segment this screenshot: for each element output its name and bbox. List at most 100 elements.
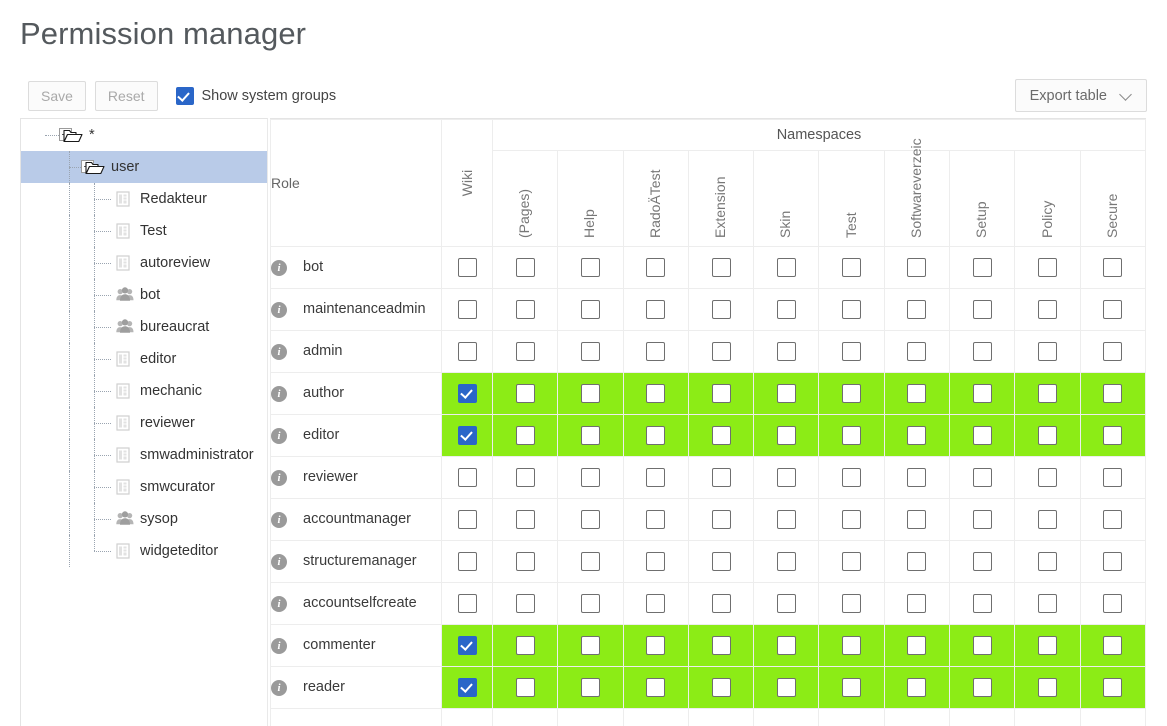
show-system-groups-toggle[interactable]: Show system groups — [176, 87, 337, 105]
namespace-permission-checkbox[interactable] — [516, 300, 535, 319]
namespace-permission-checkbox[interactable] — [907, 678, 926, 697]
namespace-permission-checkbox[interactable] — [973, 468, 992, 487]
namespace-permission-checkbox[interactable] — [516, 636, 535, 655]
namespace-permission-checkbox[interactable] — [712, 426, 731, 445]
namespace-permission-checkbox[interactable] — [712, 678, 731, 697]
namespace-permission-checkbox[interactable] — [777, 258, 796, 277]
namespace-permission-checkbox[interactable] — [842, 594, 861, 613]
info-icon[interactable]: i — [271, 428, 287, 444]
tree-item-smwadministrator[interactable]: smwadministrator — [21, 439, 267, 471]
namespace-permission-checkbox[interactable] — [516, 678, 535, 697]
info-icon[interactable]: i — [271, 386, 287, 402]
namespace-permission-checkbox[interactable] — [712, 594, 731, 613]
namespace-permission-checkbox[interactable] — [516, 384, 535, 403]
namespace-permission-checkbox[interactable] — [842, 384, 861, 403]
namespace-permission-checkbox[interactable] — [1103, 426, 1122, 445]
tree-item-autoreview[interactable]: autoreview — [21, 247, 267, 279]
namespace-permission-checkbox[interactable] — [777, 342, 796, 361]
namespace-permission-checkbox[interactable] — [646, 678, 665, 697]
namespace-permission-checkbox[interactable] — [973, 342, 992, 361]
namespace-permission-checkbox[interactable] — [1103, 384, 1122, 403]
namespace-permission-checkbox[interactable] — [712, 468, 731, 487]
namespace-permission-checkbox[interactable] — [973, 552, 992, 571]
namespace-permission-checkbox[interactable] — [1038, 552, 1057, 571]
namespace-permission-checkbox[interactable] — [1038, 594, 1057, 613]
namespace-permission-checkbox[interactable] — [973, 510, 992, 529]
namespace-permission-checkbox[interactable] — [777, 426, 796, 445]
tree-item-smwcurator[interactable]: smwcurator — [21, 471, 267, 503]
namespace-permission-checkbox[interactable] — [1038, 258, 1057, 277]
info-icon[interactable]: i — [271, 596, 287, 612]
namespace-permission-checkbox[interactable] — [1038, 468, 1057, 487]
namespace-permission-checkbox[interactable] — [712, 636, 731, 655]
namespace-permission-checkbox[interactable] — [1103, 342, 1122, 361]
namespace-permission-checkbox[interactable] — [842, 426, 861, 445]
namespace-permission-checkbox[interactable] — [777, 552, 796, 571]
namespace-permission-checkbox[interactable] — [973, 300, 992, 319]
namespace-permission-checkbox[interactable] — [973, 426, 992, 445]
namespace-permission-checkbox[interactable] — [777, 300, 796, 319]
namespace-permission-checkbox[interactable] — [581, 510, 600, 529]
namespace-permission-checkbox[interactable] — [1038, 342, 1057, 361]
namespace-permission-checkbox[interactable] — [581, 258, 600, 277]
namespace-permission-checkbox[interactable] — [646, 384, 665, 403]
show-system-groups-checkbox[interactable] — [176, 87, 194, 105]
namespace-permission-checkbox[interactable] — [581, 468, 600, 487]
tree-item-widgeteditor[interactable]: widgeteditor — [21, 535, 267, 567]
tree-item-test[interactable]: Test — [21, 215, 267, 247]
namespace-permission-checkbox[interactable] — [842, 342, 861, 361]
namespace-permission-checkbox[interactable] — [516, 342, 535, 361]
namespace-permission-checkbox[interactable] — [777, 384, 796, 403]
namespace-permission-checkbox[interactable] — [712, 384, 731, 403]
namespace-permission-checkbox[interactable] — [842, 552, 861, 571]
export-table-button[interactable]: Export table — [1015, 79, 1147, 112]
wiki-permission-checkbox[interactable] — [458, 594, 477, 613]
namespace-permission-checkbox[interactable] — [777, 510, 796, 529]
namespace-permission-checkbox[interactable] — [1038, 678, 1057, 697]
tree-item-reviewer[interactable]: reviewer — [21, 407, 267, 439]
namespace-permission-checkbox[interactable] — [646, 552, 665, 571]
namespace-permission-checkbox[interactable] — [581, 300, 600, 319]
namespace-permission-checkbox[interactable] — [907, 510, 926, 529]
wiki-permission-checkbox[interactable] — [458, 552, 477, 571]
namespace-permission-checkbox[interactable] — [907, 636, 926, 655]
namespace-permission-checkbox[interactable] — [516, 468, 535, 487]
tree-item-bot[interactable]: bot — [21, 279, 267, 311]
namespace-permission-checkbox[interactable] — [516, 594, 535, 613]
wiki-permission-checkbox[interactable] — [458, 342, 477, 361]
namespace-permission-checkbox[interactable] — [646, 510, 665, 529]
namespace-permission-checkbox[interactable] — [646, 426, 665, 445]
namespace-permission-checkbox[interactable] — [1103, 552, 1122, 571]
namespace-permission-checkbox[interactable] — [973, 594, 992, 613]
tree-item-bureaucrat[interactable]: bureaucrat — [21, 311, 267, 343]
namespace-permission-checkbox[interactable] — [1103, 594, 1122, 613]
namespace-permission-checkbox[interactable] — [907, 342, 926, 361]
namespace-permission-checkbox[interactable] — [842, 258, 861, 277]
wiki-permission-checkbox[interactable] — [458, 636, 477, 655]
namespace-permission-checkbox[interactable] — [907, 594, 926, 613]
namespace-permission-checkbox[interactable] — [712, 552, 731, 571]
namespace-permission-checkbox[interactable] — [712, 300, 731, 319]
namespace-permission-checkbox[interactable] — [907, 384, 926, 403]
namespace-permission-checkbox[interactable] — [516, 426, 535, 445]
namespace-permission-checkbox[interactable] — [581, 342, 600, 361]
wiki-permission-checkbox[interactable] — [458, 426, 477, 445]
tree-item-mechanic[interactable]: mechanic — [21, 375, 267, 407]
namespace-permission-checkbox[interactable] — [1038, 426, 1057, 445]
namespace-permission-checkbox[interactable] — [842, 510, 861, 529]
namespace-permission-checkbox[interactable] — [907, 258, 926, 277]
wiki-permission-checkbox[interactable] — [458, 468, 477, 487]
namespace-permission-checkbox[interactable] — [842, 300, 861, 319]
namespace-permission-checkbox[interactable] — [646, 594, 665, 613]
namespace-permission-checkbox[interactable] — [646, 258, 665, 277]
namespace-permission-checkbox[interactable] — [777, 636, 796, 655]
namespace-permission-checkbox[interactable] — [516, 258, 535, 277]
tree-item-editor[interactable]: editor — [21, 343, 267, 375]
namespace-permission-checkbox[interactable] — [973, 384, 992, 403]
namespace-permission-checkbox[interactable] — [973, 258, 992, 277]
namespace-permission-checkbox[interactable] — [907, 552, 926, 571]
tree-item-redakteur[interactable]: Redakteur — [21, 183, 267, 215]
namespace-permission-checkbox[interactable] — [516, 552, 535, 571]
namespace-permission-checkbox[interactable] — [842, 636, 861, 655]
namespace-permission-checkbox[interactable] — [646, 468, 665, 487]
